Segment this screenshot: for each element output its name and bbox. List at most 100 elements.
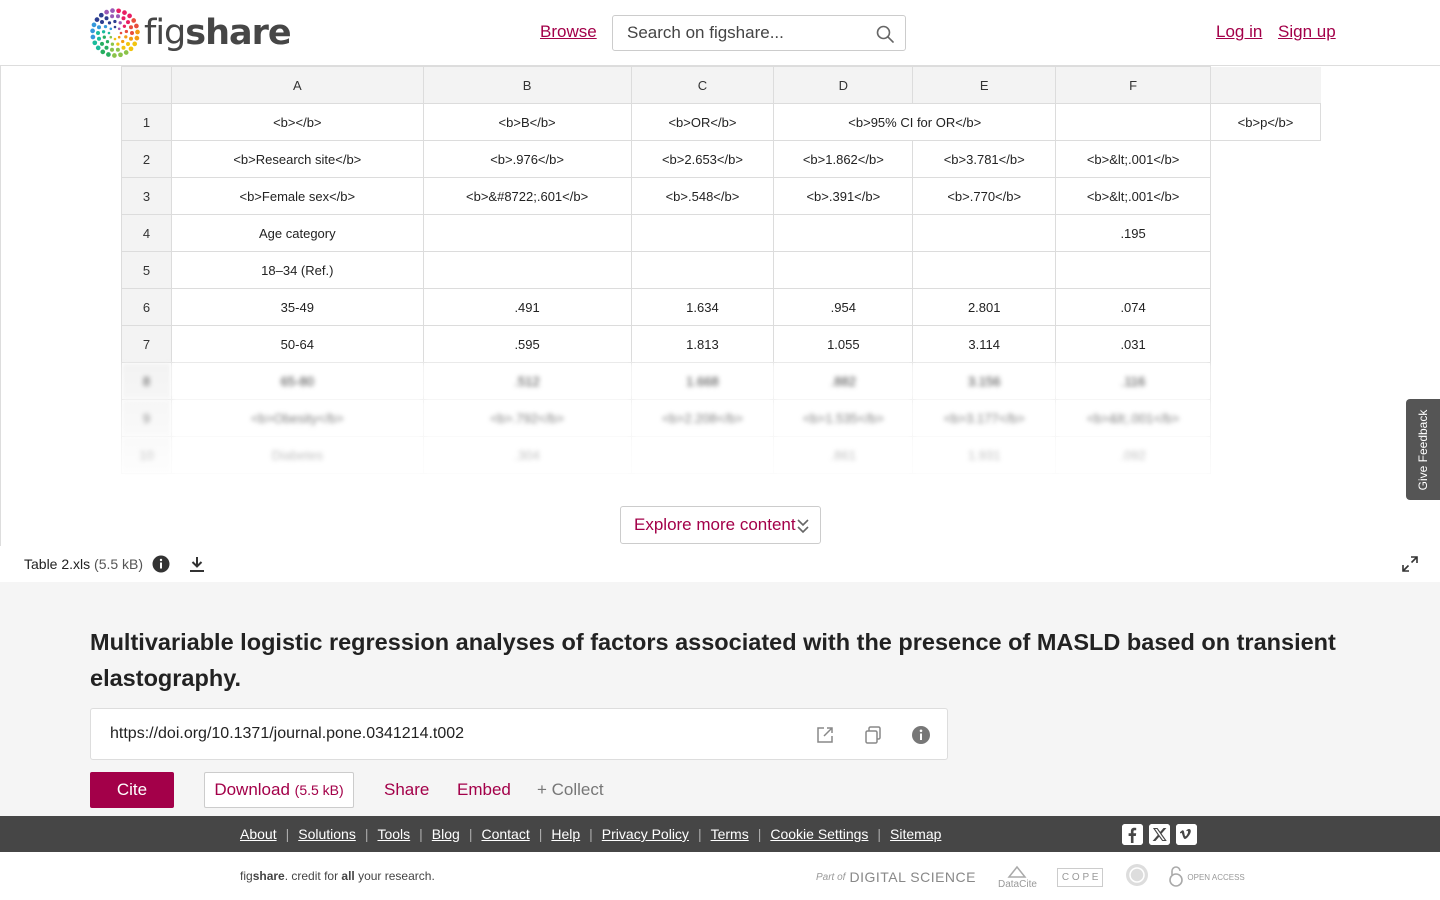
- download-button[interactable]: Download (5.5 kB): [204, 772, 354, 808]
- table-cell: <b>.391</b>: [773, 177, 914, 215]
- footer-link-blog[interactable]: Blog: [432, 826, 460, 842]
- copy-icon[interactable]: [863, 725, 883, 745]
- search-input[interactable]: [627, 23, 867, 43]
- table-cell: 3.156: [912, 362, 1057, 400]
- table-cell: [422, 214, 632, 252]
- browse-link[interactable]: Browse: [540, 22, 597, 42]
- row-number: 7: [121, 325, 172, 363]
- file-preview: A B C D E F 1 <b></b> <b>B</b> <b>OR</b> <b>95% CI…: [0, 66, 1440, 546]
- x-twitter-icon[interactable]: [1149, 824, 1170, 845]
- footer-links: About | Solutions | Tools | Blog | Contact | Help |…: [240, 826, 941, 842]
- table-cell: <b>2.208</b>: [630, 399, 775, 437]
- item-title: Multivariable logistic regression analys…: [90, 629, 1336, 691]
- file-name-text: Table 2.xls: [24, 556, 91, 572]
- table-cell: 2.801: [912, 288, 1057, 326]
- seal-icon: [1126, 863, 1149, 886]
- footer-bottom: figshare. credit for all your research. …: [0, 852, 1440, 900]
- row-number: 4: [121, 214, 172, 252]
- table-cell: [912, 214, 1057, 252]
- table-cell: [630, 251, 775, 289]
- file-size: (5.5 kB): [94, 556, 144, 572]
- explore-more-label: Explore more content: [634, 515, 796, 534]
- datacite-logo[interactable]: DataCite: [998, 865, 1037, 890]
- signup-link[interactable]: Sign up: [1278, 22, 1336, 42]
- table-row: 3 <b>Female sex</b> <b>&#8722;.601</b> <b>.…: [121, 177, 1321, 215]
- share-link[interactable]: Share: [384, 780, 429, 800]
- footer-link-solutions[interactable]: Solutions: [298, 826, 356, 842]
- doi-info-icon[interactable]: [911, 725, 931, 745]
- figshare-logo[interactable]: figshare: [90, 8, 292, 58]
- row-number: 9: [121, 399, 172, 437]
- footer-link-help[interactable]: Help: [551, 826, 580, 842]
- table-cell: <b>&lt;.001</b>: [1055, 140, 1212, 178]
- search-icon[interactable]: [875, 24, 895, 44]
- table-cell: 1.055: [773, 325, 914, 363]
- part-of-text: Part of: [816, 871, 846, 883]
- search-box: [612, 15, 906, 51]
- give-feedback-tab[interactable]: Give Feedback: [1406, 399, 1440, 500]
- table-row: 7 50-64.595 1.813 1.055 3.114.031: [121, 325, 1321, 363]
- empty-cell: [1211, 289, 1321, 326]
- row-number: 2: [121, 140, 172, 178]
- cite-button[interactable]: Cite: [90, 772, 174, 808]
- open-access-logo[interactable]: OPEN ACCESS: [1167, 866, 1245, 888]
- table-cell: <b>B</b>: [422, 103, 632, 141]
- row-number: 10: [121, 436, 172, 474]
- cope-logo[interactable]: C O P E: [1056, 867, 1104, 887]
- facebook-icon[interactable]: [1122, 824, 1143, 845]
- table-cell: .074: [1055, 288, 1212, 326]
- footer-link-contact[interactable]: Contact: [481, 826, 529, 842]
- footer-link-terms[interactable]: Terms: [711, 826, 749, 842]
- file-info-icon[interactable]: [152, 555, 170, 573]
- embed-link[interactable]: Embed: [457, 780, 511, 800]
- row-number: 5: [121, 251, 172, 289]
- table-cell: [422, 251, 632, 289]
- table-row: 2 <b>Research site</b> <b>.976</b> <b>2.653…: [121, 140, 1321, 178]
- chevron-double-down-icon: [797, 519, 809, 534]
- column-header: B: [422, 66, 632, 104]
- table-cell: <b>Female sex</b>: [170, 177, 424, 215]
- doi-box: https://doi.org/10.1371/journal.pone.034…: [90, 708, 948, 760]
- footer-link-privacy-policy[interactable]: Privacy Policy: [602, 826, 689, 842]
- table-row: 8 65-80.512 1.668.882 3.156.116: [121, 362, 1321, 400]
- figshare-logo-icon: [90, 8, 140, 58]
- table-row: 1 <b></b> <b>B</b> <b>OR</b> <b>95% CI for O…: [121, 103, 1321, 141]
- footer-tagline: figshare. credit for all your research.: [240, 869, 435, 883]
- footer-link-sitemap[interactable]: Sitemap: [890, 826, 941, 842]
- table-cell: Age category: [170, 214, 424, 252]
- table-cell: 65-80: [170, 362, 424, 400]
- footer-separator: |: [364, 826, 369, 842]
- table-cell: Diabetes: [170, 436, 424, 474]
- seal-logo[interactable]: [1125, 863, 1149, 892]
- empty-cell: [1211, 252, 1321, 289]
- collect-link[interactable]: + Collect: [537, 780, 604, 800]
- table-row: 6 35-49.491 1.634.954 2.801.074: [121, 288, 1321, 326]
- login-link[interactable]: Log in: [1216, 22, 1262, 42]
- footer-link-about[interactable]: About: [240, 826, 277, 842]
- empty-cell: [1211, 178, 1321, 215]
- fullscreen-icon[interactable]: [1402, 556, 1418, 572]
- table-cell: 1.931: [912, 436, 1057, 474]
- table-cell: [630, 436, 775, 474]
- table-cell: .304: [422, 436, 632, 474]
- column-header-row: ABCDEF: [121, 66, 1321, 104]
- external-link-icon[interactable]: [815, 725, 835, 745]
- datacite-icon: [1007, 865, 1028, 878]
- table-cell: <b></b>: [170, 103, 424, 141]
- file-bar: Table 2.xls (5.5 kB): [0, 546, 1440, 582]
- table-cell: <b>OR</b>: [630, 103, 775, 141]
- empty-cell: [1211, 215, 1321, 252]
- footer-link-cookie-settings[interactable]: Cookie Settings: [770, 826, 868, 842]
- footer-separator: |: [589, 826, 593, 842]
- table-cell: <b>Obesity</b>: [170, 399, 424, 437]
- explore-more-button[interactable]: Explore more content: [620, 506, 821, 544]
- footer-link-tools[interactable]: Tools: [377, 826, 410, 842]
- column-header: F: [1055, 66, 1212, 104]
- spreadsheet-viewer[interactable]: A B C D E F 1 <b></b> <b>B</b> <b>OR</b> <b>95% CI…: [121, 66, 1321, 546]
- file-download-icon[interactable]: [188, 555, 206, 573]
- vimeo-icon[interactable]: [1176, 824, 1197, 845]
- doi-link[interactable]: https://doi.org/10.1371/journal.pone.034…: [110, 725, 464, 743]
- table-row: 4 Age category .195: [121, 214, 1321, 252]
- digital-science-logo[interactable]: DIGITAL SCIENCE: [849, 869, 976, 885]
- footer-separator: |: [538, 826, 543, 842]
